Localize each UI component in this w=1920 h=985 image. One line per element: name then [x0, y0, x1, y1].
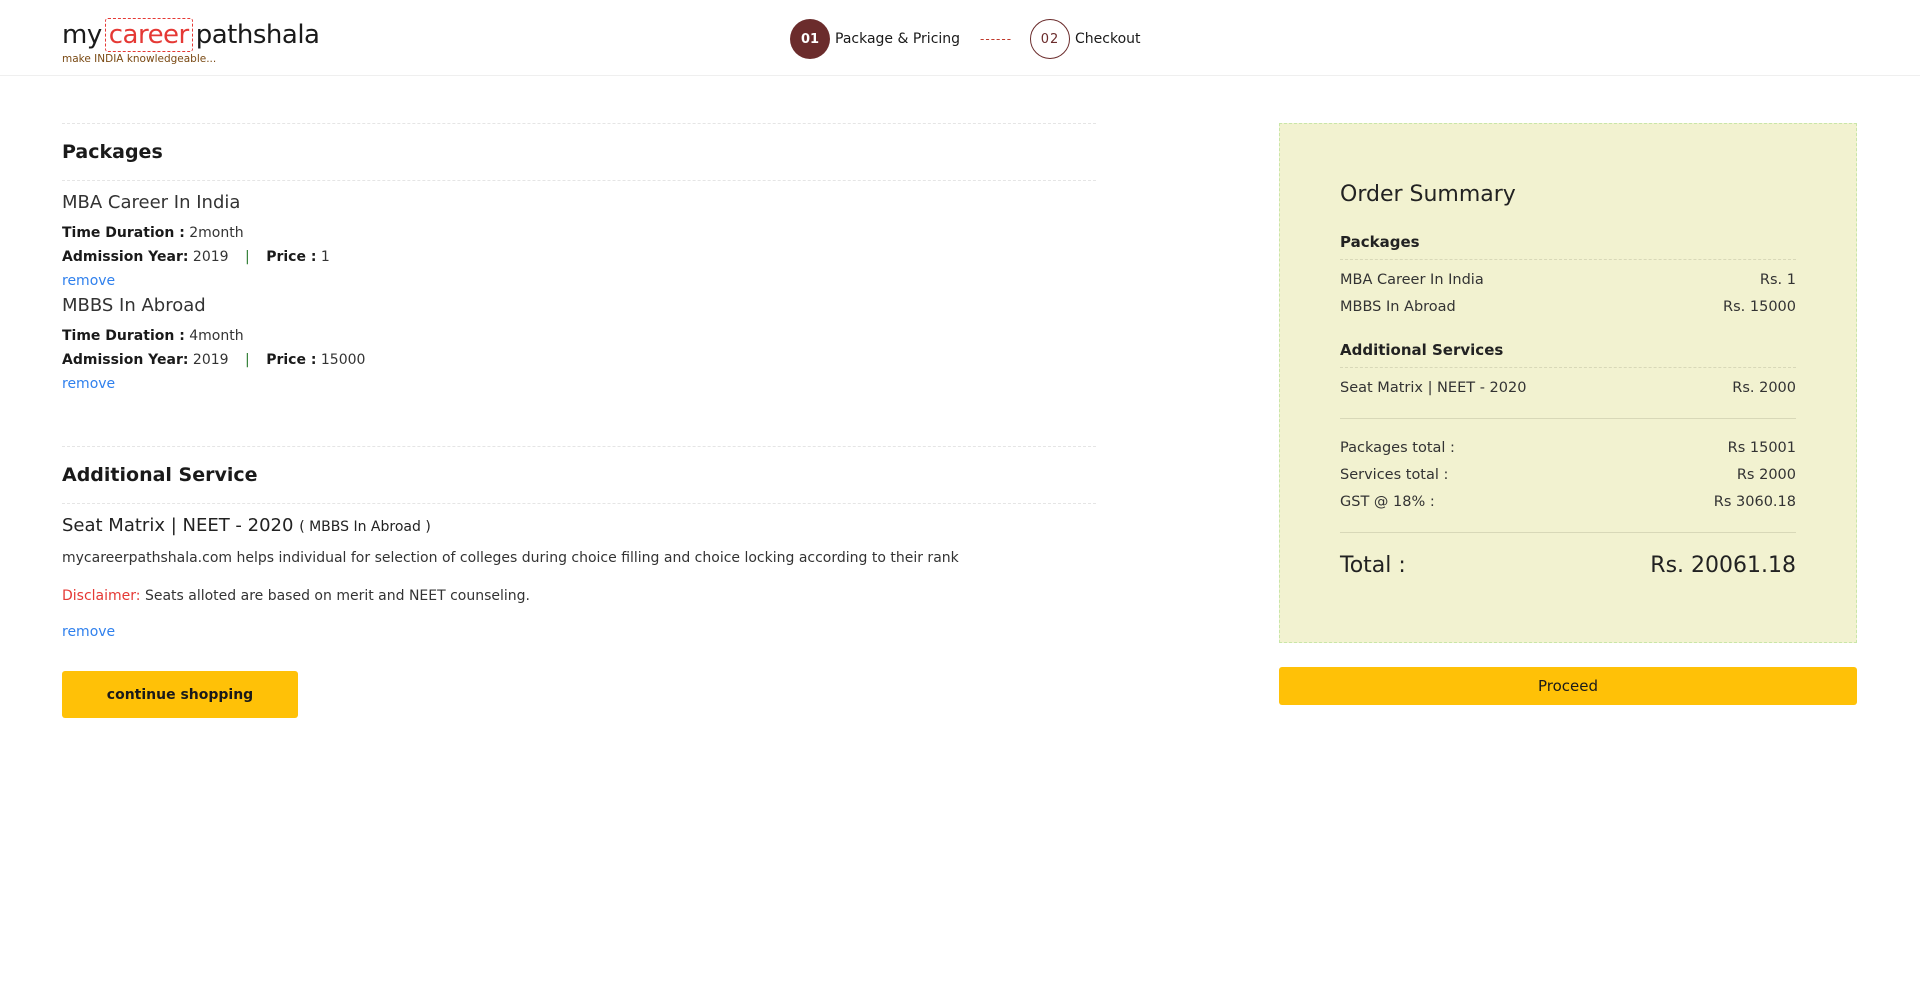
summary-packages-heading: Packages — [1340, 233, 1796, 260]
price-label: Price : — [266, 352, 317, 368]
remove-package-link[interactable]: remove — [62, 269, 115, 293]
logo-wordmark: my career pathshala — [62, 18, 320, 52]
logo-part-career: career — [104, 18, 193, 52]
gst-row: GST @ 18% : Rs 3060.18 — [1340, 489, 1796, 516]
package-duration-line: Time Duration : 2month — [62, 221, 1096, 245]
package-item: MBBS In Abroad Time Duration : 4month Ad… — [62, 295, 1096, 396]
summary-packages-list: MBA Career In India Rs. 1 MBBS In Abroad… — [1340, 260, 1796, 321]
step-separator: ------ — [980, 32, 1013, 46]
summary-services-list: Seat Matrix | NEET - 2020 Rs. 2000 — [1340, 368, 1796, 402]
total-label: GST @ 18% : — [1340, 494, 1435, 510]
year-value: 2019 — [192, 249, 229, 265]
summary-item-price: Rs. 15000 — [1723, 299, 1796, 315]
total-value: Rs 15001 — [1727, 440, 1796, 456]
section-divider — [62, 503, 1096, 504]
checkout-stepper: 01 Package & Pricing ------ 02 Checkout — [790, 19, 1141, 59]
service-package-tag: ( MBBS In Abroad ) — [299, 519, 431, 535]
logo-tagline: make INDIA knowledgeable... — [62, 53, 217, 65]
logo-part-my: my — [62, 20, 102, 50]
summary-divider — [1340, 418, 1796, 419]
duration-label: Time Duration : — [62, 225, 185, 241]
year-value: 2019 — [192, 352, 229, 368]
additional-service-title: Additional Service — [62, 464, 258, 486]
summary-item-name: MBBS In Abroad — [1340, 299, 1456, 315]
step-1-label: Package & Pricing — [835, 31, 961, 47]
summary-package-row: MBA Career In India Rs. 1 — [1340, 267, 1796, 294]
section-divider — [62, 180, 1096, 181]
summary-service-row: Seat Matrix | NEET - 2020 Rs. 2000 — [1340, 375, 1796, 402]
step-1-number: 01 — [790, 19, 830, 59]
grand-total-value: Rs. 20061.18 — [1650, 553, 1796, 578]
proceed-button[interactable]: Proceed — [1279, 667, 1857, 705]
services-total-row: Services total : Rs 2000 — [1340, 462, 1796, 489]
grand-total-row: Total : Rs. 20061.18 — [1340, 549, 1796, 578]
total-label: Services total : — [1340, 467, 1449, 483]
packages-total-row: Packages total : Rs 15001 — [1340, 435, 1796, 462]
duration-value: 2month — [189, 225, 244, 241]
summary-item-price: Rs. 1 — [1759, 272, 1796, 288]
total-value: Rs 3060.18 — [1713, 494, 1796, 510]
package-name: MBBS In Abroad — [62, 295, 206, 316]
price-value: 1 — [320, 249, 330, 265]
service-name: Seat Matrix | NEET - 2020 — [62, 515, 294, 536]
service-item: Seat Matrix | NEET - 2020 ( MBBS In Abro… — [62, 515, 1096, 644]
packages-title: Packages — [62, 141, 163, 163]
price-label: Price : — [266, 249, 317, 265]
package-name: MBA Career In India — [62, 192, 241, 213]
summary-item-name: MBA Career In India — [1340, 272, 1484, 288]
order-summary-title: Order Summary — [1340, 182, 1516, 207]
duration-label: Time Duration : — [62, 328, 185, 344]
package-year-price-line: Admission Year: 2019 | Price : 15000 — [62, 348, 1096, 372]
price-value: 15000 — [320, 352, 366, 368]
logo-part-pathshala: pathshala — [195, 20, 320, 50]
service-name-line: Seat Matrix | NEET - 2020 ( MBBS In Abro… — [62, 515, 1096, 536]
summary-package-row: MBBS In Abroad Rs. 15000 — [1340, 294, 1796, 321]
year-label: Admission Year: — [62, 352, 189, 368]
total-value: Rs 2000 — [1736, 467, 1796, 483]
remove-service-link[interactable]: remove — [62, 620, 115, 644]
service-disclaimer: Disclaimer: Seats alloted are based on m… — [62, 588, 1096, 604]
disclaimer-text: Seats alloted are based on merit and NEE… — [140, 588, 531, 604]
package-year-price-line: Admission Year: 2019 | Price : 1 — [62, 245, 1096, 269]
year-label: Admission Year: — [62, 249, 189, 265]
step-2-number: 02 — [1030, 19, 1071, 59]
summary-divider — [1340, 532, 1796, 533]
pipe-separator: | — [245, 249, 250, 265]
package-item: MBA Career In India Time Duration : 2mon… — [62, 192, 1096, 293]
site-header: my career pathshala make INDIA knowledge… — [0, 0, 1920, 76]
continue-shopping-button[interactable]: continue shopping — [62, 671, 298, 718]
step-2-label: Checkout — [1075, 31, 1141, 47]
duration-value: 4month — [189, 328, 244, 344]
order-summary-panel: Order Summary Packages MBA Career In Ind… — [1279, 123, 1857, 643]
summary-services-heading: Additional Services — [1340, 341, 1796, 368]
grand-total-label: Total : — [1340, 553, 1406, 578]
summary-totals: Packages total : Rs 15001 Services total… — [1340, 435, 1796, 516]
summary-item-price: Rs. 2000 — [1732, 380, 1796, 396]
disclaimer-label: Disclaimer: — [62, 588, 141, 604]
remove-package-link[interactable]: remove — [62, 372, 115, 396]
pipe-separator: | — [245, 352, 250, 368]
site-logo[interactable]: my career pathshala make INDIA knowledge… — [62, 18, 320, 65]
total-label: Packages total : — [1340, 440, 1455, 456]
package-duration-line: Time Duration : 4month — [62, 324, 1096, 348]
summary-item-name: Seat Matrix | NEET - 2020 — [1340, 380, 1527, 396]
service-description: mycareerpathshala.com helps individual f… — [62, 550, 959, 566]
cart-details: Packages MBA Career In India Time Durati… — [62, 123, 1096, 718]
